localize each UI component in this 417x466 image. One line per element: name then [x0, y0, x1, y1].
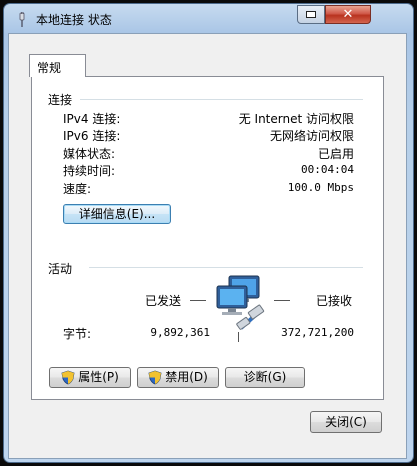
close-window-button[interactable]: ✕ — [325, 5, 371, 24]
media-state-value: 已启用 — [317, 147, 354, 161]
speed-label: 速度: — [63, 182, 92, 196]
duration-label: 持续时间: — [63, 164, 116, 178]
ipv4-value: 无 Internet 访问权限 — [238, 112, 354, 126]
connection-section-title: 连接 — [48, 93, 73, 107]
uac-shield-icon — [61, 370, 75, 385]
window-title: 本地连接 状态 — [36, 13, 112, 27]
media-state-label: 媒体状态: — [63, 147, 116, 161]
speed-value: 100.0 Mbps — [287, 181, 354, 194]
network-plug-icon — [14, 12, 30, 28]
tab-general-label: 常规 — [37, 61, 62, 75]
ipv4-label: IPv4 连接: — [63, 112, 121, 126]
received-label: 已接收 — [316, 294, 353, 308]
activity-section-title: 活动 — [48, 262, 73, 276]
activity-divider — [89, 267, 363, 268]
properties-button[interactable]: 属性(P) — [49, 367, 131, 388]
properties-button-label: 属性(P) — [78, 370, 119, 384]
received-line — [274, 300, 290, 301]
bytes-received-value: 372,721,200 — [281, 326, 354, 339]
duration-value: 00:04:04 — [301, 163, 354, 176]
close-button[interactable]: 关闭(C) — [310, 411, 382, 433]
bytes-sent-value: 9,892,361 — [150, 326, 210, 339]
activity-divider-tick — [238, 332, 239, 342]
sent-line — [190, 300, 206, 301]
minimize-icon — [306, 11, 316, 18]
network-computers-icon — [215, 274, 271, 335]
disable-button[interactable]: 禁用(D) — [137, 367, 219, 388]
disable-button-label: 禁用(D) — [165, 370, 208, 384]
ipv6-label: IPv6 连接: — [63, 129, 121, 143]
connection-divider — [80, 99, 363, 100]
tab-general[interactable]: 常规 — [29, 54, 86, 77]
uac-shield-icon — [148, 370, 162, 385]
diagnose-button[interactable]: 诊断(G) — [225, 367, 305, 388]
sent-label: 已发送 — [145, 294, 182, 308]
ipv6-value: 无网络访问权限 — [269, 129, 354, 143]
title-bar[interactable]: 本地连接 状态 ✕ — [4, 4, 413, 34]
details-button[interactable]: 详细信息(E)... — [63, 204, 171, 224]
minimize-button[interactable] — [297, 5, 325, 24]
bytes-label: 字节: — [63, 327, 92, 341]
close-icon: ✕ — [342, 7, 354, 22]
